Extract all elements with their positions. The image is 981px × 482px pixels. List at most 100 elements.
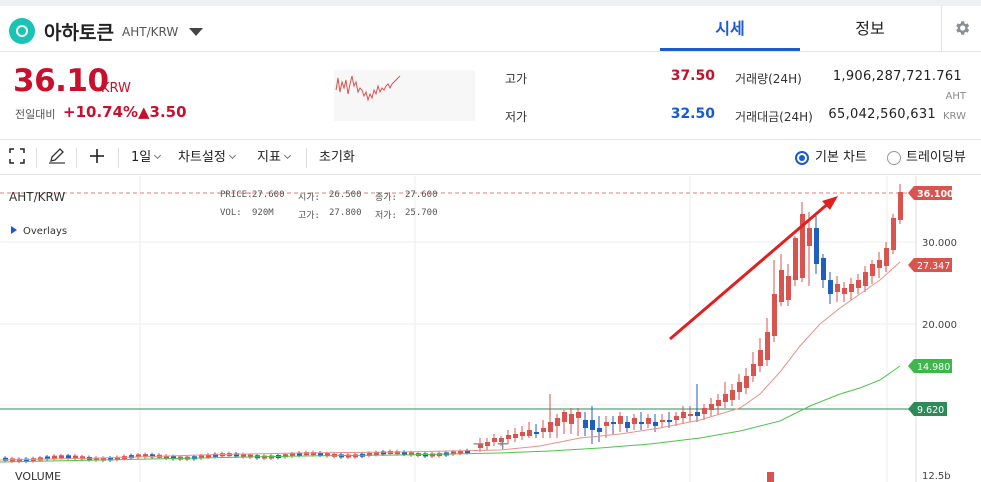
candle-body bbox=[737, 382, 742, 392]
toolbar-divider bbox=[36, 148, 37, 168]
tab-price[interactable]: 시세 bbox=[660, 6, 800, 51]
high-value: 37.50 bbox=[670, 68, 715, 84]
candle-body bbox=[786, 276, 791, 300]
ohlc-price-label: PRICE: bbox=[220, 190, 253, 200]
candle-body bbox=[555, 418, 560, 426]
candle-body bbox=[863, 272, 868, 286]
candle-body bbox=[576, 412, 581, 418]
triangle-right-icon bbox=[11, 226, 17, 234]
candle-body bbox=[807, 228, 812, 246]
candle-body bbox=[660, 420, 665, 422]
coin-logo-icon bbox=[9, 18, 35, 44]
candle-body bbox=[688, 414, 693, 416]
chevron-down-icon bbox=[228, 151, 236, 160]
candle-body bbox=[828, 280, 833, 294]
candle-body bbox=[485, 442, 490, 446]
candle-body bbox=[548, 422, 553, 432]
candle-body bbox=[709, 404, 714, 410]
candle-body bbox=[765, 332, 770, 360]
tradingview-label[interactable]: 트레이딩뷰 bbox=[906, 140, 966, 176]
chart-symbol: AHT/KRW bbox=[9, 190, 66, 204]
trend-arrow-line[interactable] bbox=[669, 200, 831, 341]
candle-body bbox=[730, 390, 735, 400]
candle-body bbox=[562, 412, 567, 422]
candle-body bbox=[667, 420, 672, 422]
candle-body bbox=[891, 218, 896, 250]
axis-tick-label: 20.000 bbox=[922, 320, 957, 331]
svg-text:36.100: 36.100 bbox=[917, 189, 954, 200]
ohlc-high: 27.800 bbox=[329, 208, 362, 218]
candle-body bbox=[779, 270, 784, 302]
basic-chart-radio[interactable] bbox=[795, 151, 809, 165]
coin-select-caret-icon[interactable] bbox=[189, 28, 203, 36]
interval-select[interactable]: 1일 bbox=[131, 140, 162, 176]
amount-24h-value: 65,042,560,631 bbox=[828, 107, 936, 122]
candle-body bbox=[541, 428, 546, 432]
candle-body bbox=[59, 455, 64, 459]
candle-body bbox=[66, 455, 71, 459]
candle-body bbox=[758, 350, 763, 366]
ohlc-open: 26.500 bbox=[329, 190, 362, 200]
fullscreen-icon bbox=[9, 148, 25, 164]
candle-body bbox=[653, 422, 658, 426]
candle-body bbox=[618, 416, 623, 424]
amount-24h-unit: KRW bbox=[943, 111, 966, 122]
zoom-in-button[interactable]: + bbox=[496, 434, 509, 453]
ohlc-low-label: 저가: bbox=[375, 211, 397, 221]
ohlc-open-label: 시가: bbox=[298, 193, 320, 203]
candle-body bbox=[835, 284, 840, 292]
low-label: 저가 bbox=[505, 110, 528, 124]
indicators-menu[interactable]: 지표 bbox=[257, 140, 291, 176]
tab-info[interactable]: 정보 bbox=[800, 6, 940, 51]
coin-name[interactable]: 아하토큰 bbox=[44, 18, 114, 45]
price-chart[interactable]: 30.000 20.000 12.5b 36.100 27.347 14.980… bbox=[0, 176, 981, 482]
coin-pair: AHT/KRW bbox=[122, 25, 179, 39]
volume-pane-label: VOLUME bbox=[15, 470, 62, 482]
candle-body bbox=[520, 432, 525, 436]
candle-body bbox=[898, 192, 903, 220]
ohlc-price: 27.600 bbox=[252, 190, 285, 200]
candle-body bbox=[695, 412, 700, 416]
candle-body bbox=[52, 455, 57, 459]
candle-body bbox=[527, 430, 532, 436]
ohlc-close: 27.600 bbox=[405, 190, 438, 200]
ohlc-high-label: 고가: bbox=[298, 211, 320, 221]
crosshair-button[interactable] bbox=[89, 140, 105, 176]
tradingview-radio[interactable] bbox=[887, 151, 901, 165]
current-price: 36.10 bbox=[13, 63, 109, 99]
chart-settings-label: 차트설정 bbox=[178, 150, 226, 165]
candle-body bbox=[716, 400, 721, 406]
candle-body bbox=[625, 422, 630, 428]
candle-body bbox=[583, 420, 588, 428]
basic-chart-label[interactable]: 기본 차트 bbox=[815, 140, 867, 176]
fullscreen-button[interactable] bbox=[9, 140, 25, 176]
change-label: 전일대비 bbox=[15, 108, 56, 121]
candle-body bbox=[842, 288, 847, 294]
candle-body bbox=[639, 422, 644, 424]
candle-body bbox=[821, 258, 826, 280]
candle-body bbox=[681, 412, 686, 418]
ohlc-vol-label: VOL: bbox=[220, 208, 242, 218]
settings-button[interactable] bbox=[941, 6, 981, 51]
candle-body bbox=[793, 238, 798, 280]
zoom-out-button[interactable]: − bbox=[472, 434, 485, 453]
toolbar-divider bbox=[306, 148, 307, 168]
reset-button[interactable]: 초기화 bbox=[319, 140, 355, 176]
chart-settings-menu[interactable]: 차트설정 bbox=[178, 140, 236, 176]
ma-long-line bbox=[0, 365, 901, 463]
price-tag-current: 36.100 bbox=[908, 186, 954, 200]
volume-24h-label: 거래량(24H) bbox=[735, 72, 802, 86]
chevron-down-icon bbox=[283, 151, 291, 160]
candle-body bbox=[513, 434, 518, 438]
svg-text:27.347: 27.347 bbox=[917, 261, 950, 272]
draw-button[interactable] bbox=[48, 140, 66, 176]
gear-icon bbox=[956, 21, 970, 35]
ma-short-line bbox=[0, 261, 901, 461]
axis-tick-label: 12.5b bbox=[922, 471, 951, 482]
overlays-toggle[interactable]: Overlays bbox=[11, 226, 67, 237]
mini-sparkline bbox=[334, 70, 475, 121]
svg-text:14.980: 14.980 bbox=[917, 362, 950, 373]
crosshair-icon bbox=[90, 149, 104, 163]
low-value: 32.50 bbox=[670, 106, 715, 122]
volume-24h-unit: AHT bbox=[945, 91, 966, 102]
